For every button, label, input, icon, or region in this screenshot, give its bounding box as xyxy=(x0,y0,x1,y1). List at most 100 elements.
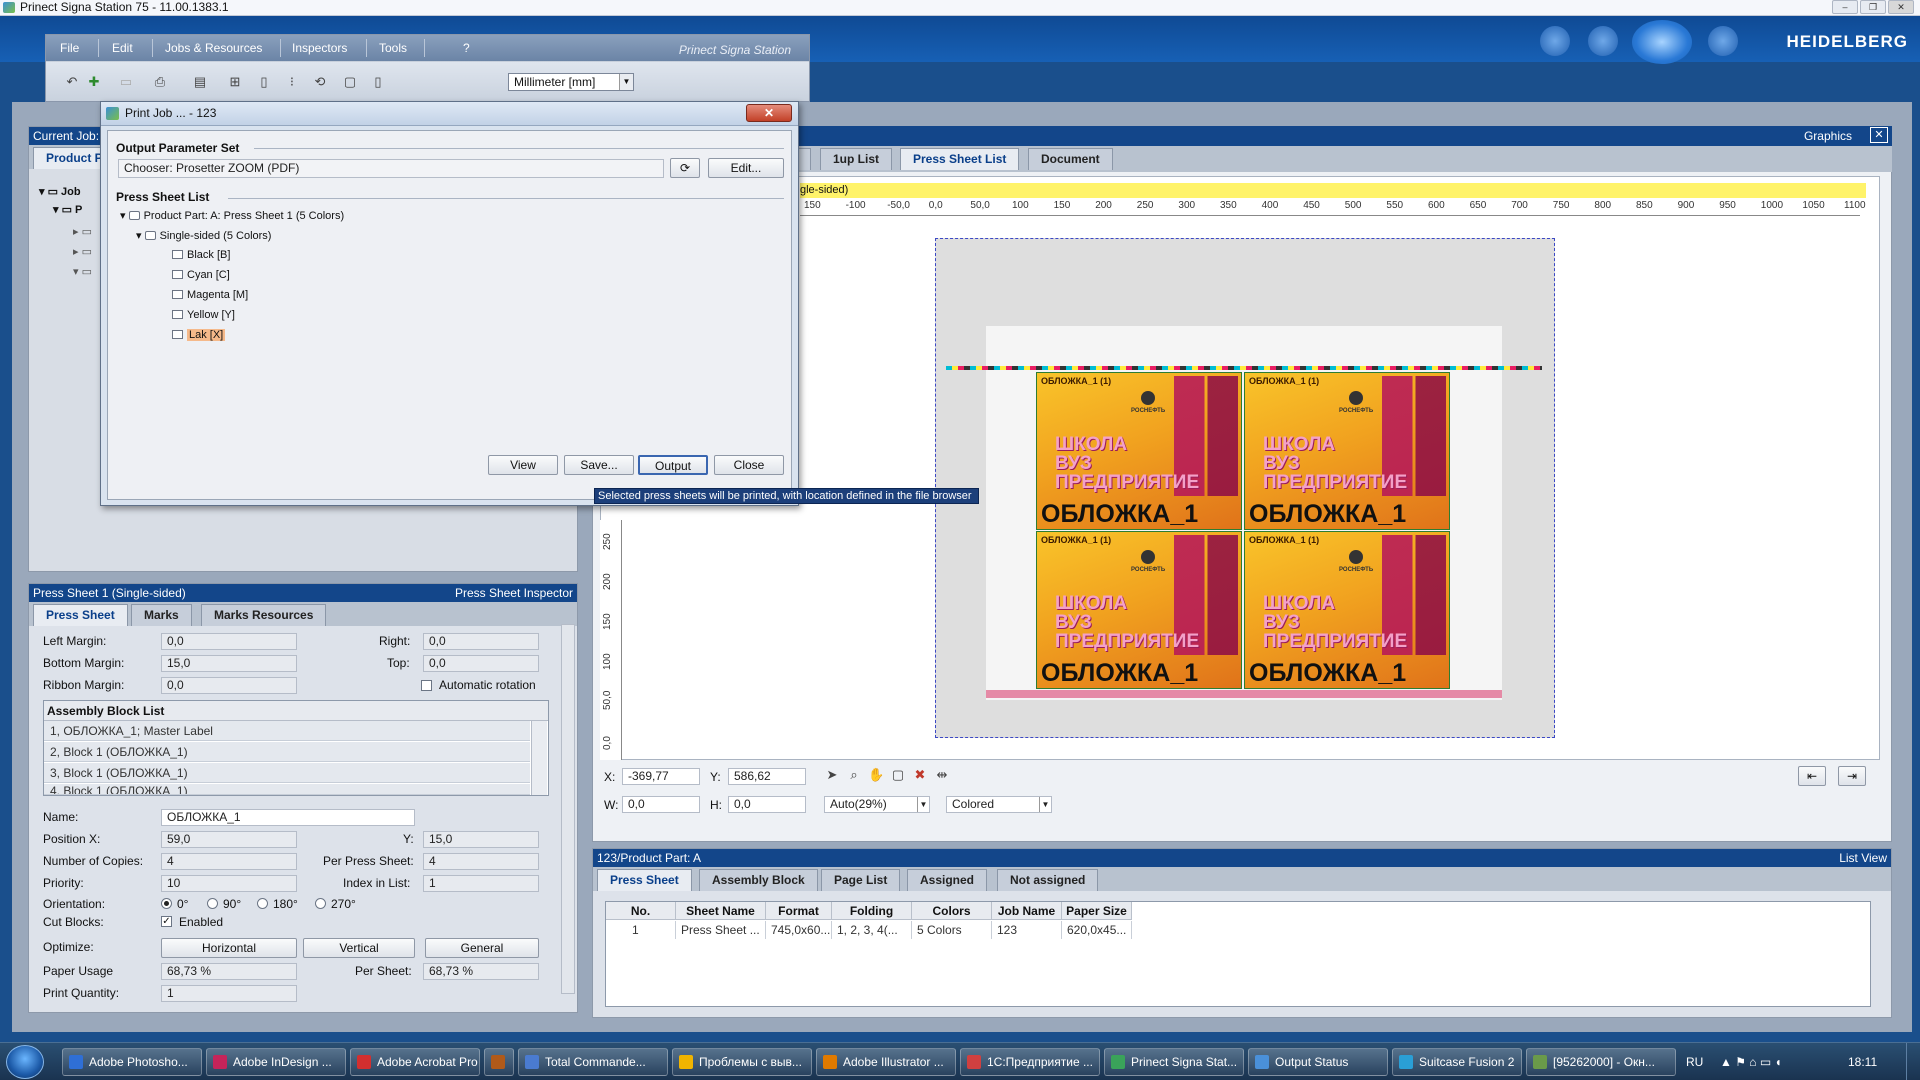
output-param-chooser[interactable]: Chooser: Prosetter ZOOM (PDF) xyxy=(118,159,664,178)
document-icon[interactable]: ▯ xyxy=(256,75,272,89)
table-header-cell[interactable]: No. xyxy=(606,902,676,920)
menu-inspectors[interactable]: Inspectors xyxy=(292,41,347,55)
taskbar-item[interactable]: Adobe InDesign ... xyxy=(206,1048,346,1076)
imposed-page[interactable]: ОБЛОЖКА_1 (1) РОСНЕФТЬ ШКОЛА ВУЗ ПРЕДПРИЯТ… xyxy=(1244,531,1450,689)
close-icon[interactable]: ✕ xyxy=(1870,127,1888,143)
imposed-page[interactable]: ОБЛОЖКА_1 (1) РОСНЕФТЬ ШКОЛА ВУЗ ПРЕДПРИЯТ… xyxy=(1244,372,1450,530)
taskbar-item[interactable]: Total Commande... xyxy=(518,1048,668,1076)
color-cyan-item[interactable]: Cyan [C] xyxy=(172,269,230,281)
right-margin-field[interactable]: 0,0 xyxy=(423,633,539,650)
chevron-down-icon[interactable]: ▼ xyxy=(619,74,633,90)
dialog-close-button[interactable]: ✕ xyxy=(746,104,792,122)
tab-assembly-block[interactable]: Assembly Block xyxy=(699,869,818,891)
zoom-select[interactable]: Auto(29%) ▼ xyxy=(824,796,930,813)
rotate-icon[interactable]: ⟲ xyxy=(312,75,328,89)
tab-page-list[interactable]: Page List xyxy=(821,869,901,891)
close-button[interactable]: Close xyxy=(714,455,784,475)
tab-document[interactable]: Document xyxy=(1028,148,1113,170)
optimize-general-button[interactable]: General xyxy=(425,938,539,958)
auto-rotation-checkbox[interactable] xyxy=(421,680,432,691)
color-lak-item[interactable]: Lak [X] xyxy=(172,329,226,341)
close-window-button[interactable]: ✕ xyxy=(1888,0,1914,14)
list-item[interactable]: 4, Block 1 (ОБЛОЖКА_1) xyxy=(44,784,530,795)
x-coord-field[interactable]: -369,77 xyxy=(622,768,700,785)
show-desktop-button[interactable] xyxy=(1906,1043,1920,1080)
left-margin-field[interactable]: 0,0 xyxy=(161,633,297,650)
fit-width-button[interactable]: ⇤ xyxy=(1798,766,1826,786)
optimize-horizontal-button[interactable]: Horizontal xyxy=(161,938,297,958)
delete-icon[interactable]: ▭ xyxy=(118,75,134,89)
edit-button[interactable]: Edit... xyxy=(708,158,784,178)
tab-press-sheet[interactable]: Press Sheet xyxy=(597,869,692,891)
taskbar-item[interactable]: Suitcase Fusion 2 xyxy=(1392,1048,1522,1076)
table-header-cell[interactable]: Job Name xyxy=(992,902,1062,920)
imposition-icon[interactable]: ⊞ xyxy=(227,75,243,89)
color-black-item[interactable]: Black [B] xyxy=(172,249,230,261)
taskbar-item[interactable] xyxy=(484,1048,514,1076)
taskbar-item[interactable]: Adobe Illustrator ... xyxy=(816,1048,956,1076)
table-cell[interactable]: 620,0x45... xyxy=(1062,921,1132,939)
fit-page-button[interactable]: ⇥ xyxy=(1838,766,1866,786)
chevron-down-icon[interactable]: ▼ xyxy=(1039,797,1051,812)
part-tree-node[interactable]: ▾ ▭ P xyxy=(53,203,82,216)
delete-mark-icon[interactable]: ✖ xyxy=(912,768,928,782)
taskbar-item[interactable]: Adobe Photosho... xyxy=(62,1048,202,1076)
menu-help[interactable]: ? xyxy=(463,41,470,55)
job-tree-node[interactable]: ▾ ▭ Job xyxy=(39,185,81,198)
imposed-page[interactable]: ОБЛОЖКА_1 (1) РОСНЕФТЬ ШКОЛА ВУЗ ПРЕДПРИЯТ… xyxy=(1036,372,1242,530)
maximize-button[interactable]: ❐ xyxy=(1860,0,1886,14)
print-quantity-field[interactable]: 1 xyxy=(161,985,297,1002)
zoom-icon[interactable]: ⌕ xyxy=(846,768,862,782)
save-button[interactable]: Save... xyxy=(564,455,634,475)
list-item[interactable]: 1, ОБЛОЖКА_1; Master Label xyxy=(44,721,530,741)
blank-page-icon[interactable]: ▯ xyxy=(370,75,386,89)
list-item[interactable]: 3, Block 1 (ОБЛОЖКА_1) xyxy=(44,763,530,783)
menu-tools[interactable]: Tools xyxy=(379,41,407,55)
table-cell[interactable]: 1 xyxy=(606,921,676,939)
tray-icons[interactable]: ▲ ⚑ ⌂ ▭ ◖ xyxy=(1720,1055,1782,1069)
taskbar-item[interactable]: [95262000] - Окн... xyxy=(1526,1048,1676,1076)
tab-1up-list[interactable]: 1up List xyxy=(820,148,893,170)
tab-marks-resources[interactable]: Marks Resources xyxy=(201,604,327,626)
refresh-button[interactable]: ⟳ xyxy=(670,158,700,178)
output-button[interactable]: Output xyxy=(638,455,708,475)
table-cell[interactable]: 123 xyxy=(992,921,1062,939)
bottom-margin-field[interactable]: 15,0 xyxy=(161,655,297,672)
menu-jobs-resources[interactable]: Jobs & Resources xyxy=(165,41,262,55)
chevron-down-icon[interactable]: ▼ xyxy=(917,797,929,812)
position-x-field[interactable]: 59,0 xyxy=(161,831,297,848)
tab-marks[interactable]: Marks xyxy=(131,604,192,626)
taskbar-item[interactable]: Проблемы с выв... xyxy=(672,1048,812,1076)
color-mode-select[interactable]: Colored ▼ xyxy=(946,796,1052,813)
per-press-sheet-field[interactable]: 4 xyxy=(423,853,539,870)
name-field[interactable]: ОБЛОЖКА_1 xyxy=(161,809,415,826)
table-header-cell[interactable]: Sheet Name xyxy=(676,902,766,920)
product-part-tree-node[interactable]: ▾ Product Part: A: Press Sheet 1 (5 Colo… xyxy=(120,209,344,222)
optimize-vertical-button[interactable]: Vertical xyxy=(303,938,415,958)
orientation-0-radio[interactable] xyxy=(161,898,172,909)
taskbar-item[interactable]: 1С:Предприятие ... xyxy=(960,1048,1100,1076)
taskbar-item[interactable]: Prinect Signa Stat... xyxy=(1104,1048,1244,1076)
minimize-button[interactable]: – xyxy=(1832,0,1858,14)
y-coord-field[interactable]: 586,62 xyxy=(728,768,806,785)
language-indicator[interactable]: RU xyxy=(1686,1055,1703,1069)
table-cell[interactable]: 745,0x60... xyxy=(766,921,832,939)
h-field[interactable]: 0,0 xyxy=(728,796,806,813)
menu-edit[interactable]: Edit xyxy=(112,41,133,55)
table-header-cell[interactable]: Folding Sheet xyxy=(832,902,912,936)
table-header-cell[interactable]: Paper Size xyxy=(1062,902,1132,920)
assembly-list-scrollbar[interactable] xyxy=(531,721,547,795)
position-y-field[interactable]: 15,0 xyxy=(423,831,539,848)
fit-icon[interactable]: ▢ xyxy=(890,768,906,782)
color-yellow-item[interactable]: Yellow [Y] xyxy=(172,309,235,321)
ribbon-margin-field[interactable]: 0,0 xyxy=(161,677,297,694)
tab-press-sheet[interactable]: Press Sheet xyxy=(33,604,128,626)
unit-select[interactable]: Millimeter [mm] ▼ xyxy=(508,73,634,91)
top-margin-field[interactable]: 0,0 xyxy=(423,655,539,672)
table-header-cell[interactable]: Format xyxy=(766,902,832,920)
start-button[interactable] xyxy=(6,1045,44,1079)
distribute-icon[interactable]: ⇹ xyxy=(934,768,950,782)
undo-icon[interactable]: ↶ xyxy=(64,75,80,89)
color-magenta-item[interactable]: Magenta [M] xyxy=(172,289,248,301)
view-button[interactable]: View xyxy=(488,455,558,475)
